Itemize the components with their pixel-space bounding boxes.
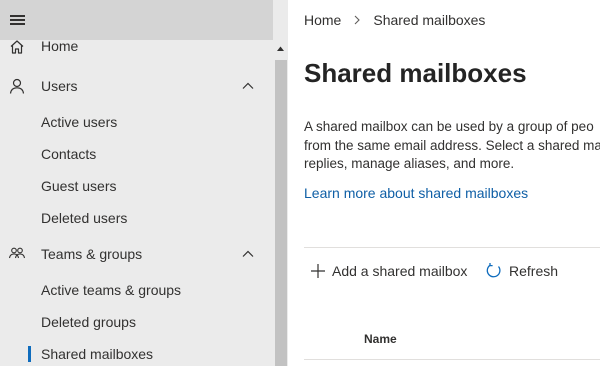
page-title: Shared mailboxes [304,58,527,88]
sidebar-item-users[interactable]: Users [0,70,273,102]
command-bar-divider [304,247,600,248]
sidebar-item-label: Home [41,38,79,54]
description-line: replies, manage aliases, and more. [304,156,515,171]
person-icon [9,78,25,94]
page-description: A shared mailbox can be used by a group … [304,118,600,174]
refresh-button[interactable]: Refresh [485,259,558,283]
sidebar-topbar [0,0,273,40]
sidebar-item-shared-mailboxes[interactable]: Shared mailboxes [0,338,273,366]
sidebar-item-label: Shared mailboxes [41,346,154,362]
sidebar-item-label: Deleted groups [41,314,136,330]
add-shared-mailbox-label: Add a shared mailbox [332,263,468,279]
sidebar-item-deleted-groups[interactable]: Deleted groups [0,306,273,338]
sidebar: Home Users Active users Contacts Guest u… [0,0,288,366]
chevron-up-icon[interactable] [241,79,255,93]
sidebar-item-label: Users [41,78,78,94]
sidebar-item-teams-groups[interactable]: Teams & groups [0,238,273,270]
plus-icon [311,264,325,278]
table-header-divider [304,359,600,360]
column-header-name[interactable]: Name [364,332,397,346]
sidebar-item-label: Active users [41,114,118,130]
people-icon [8,247,26,259]
sidebar-item-label: Deleted users [41,210,128,226]
home-icon [10,40,24,54]
breadcrumb: Home Shared mailboxes [304,12,485,28]
sidebar-item-active-teams-groups[interactable]: Active teams & groups [0,274,273,306]
sidebar-item-active-users[interactable]: Active users [0,106,273,138]
description-line: from the same email address. Select a sh… [304,137,600,153]
sidebar-item-guest-users[interactable]: Guest users [0,170,273,202]
sidebar-item-label: Active teams & groups [41,282,182,298]
chevron-right-icon [354,15,361,25]
refresh-label: Refresh [509,263,559,279]
learn-more-link[interactable]: Learn more about shared mailboxes [304,185,528,201]
refresh-icon [486,263,501,278]
sidebar-item-contacts[interactable]: Contacts [0,138,273,170]
sidebar-item-label: Contacts [41,146,97,162]
breadcrumb-current: Shared mailboxes [373,12,486,28]
hamburger-menu-icon[interactable] [8,10,28,30]
main-content: Home Shared mailboxes Shared mailboxes A… [288,0,600,366]
add-shared-mailbox-button[interactable]: Add a shared mailbox [310,259,467,283]
sidebar-item-label: Teams & groups [41,246,143,262]
chevron-up-icon[interactable] [241,247,255,261]
selected-indicator [28,346,31,362]
sidebar-scrollbar-thumb[interactable] [275,60,287,366]
description-line: A shared mailbox can be used by a group … [304,119,594,134]
breadcrumb-home-link[interactable]: Home [304,12,341,28]
sidebar-item-label: Guest users [41,178,117,194]
scroll-up-arrow-icon[interactable] [273,40,288,57]
sidebar-item-deleted-users[interactable]: Deleted users [0,202,273,234]
